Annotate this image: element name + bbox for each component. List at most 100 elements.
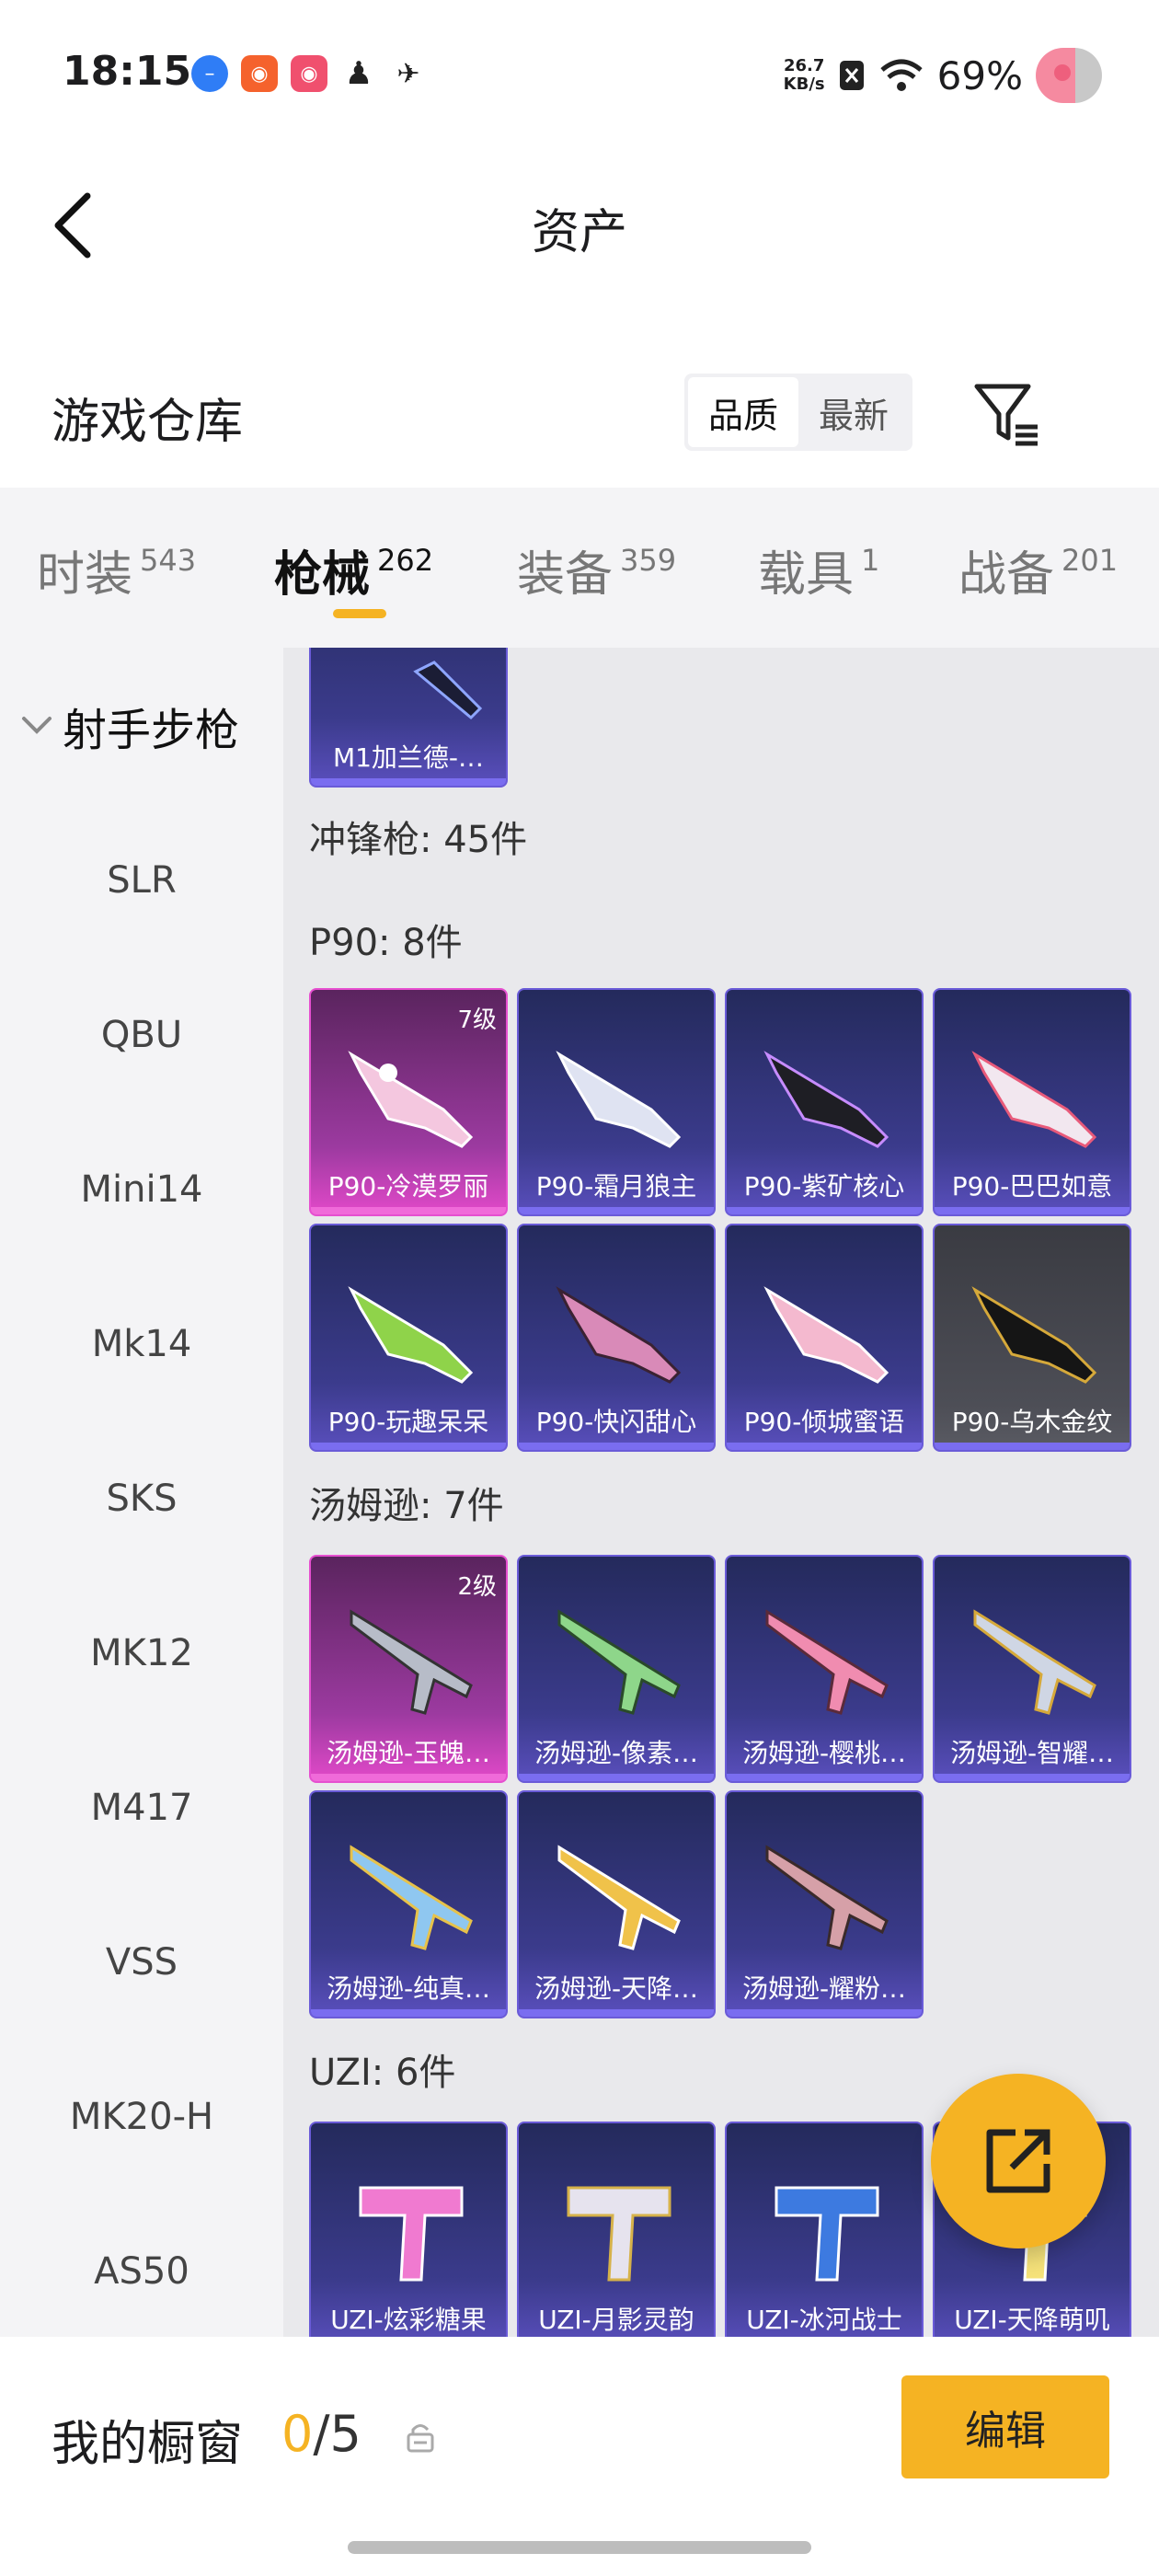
p90-icon — [971, 1051, 1097, 1148]
card-bottom-bar — [519, 1443, 714, 1450]
item-card[interactable]: P90-倾城蜜语 — [725, 1224, 924, 1452]
item-name: 汤姆逊-耀粉… — [741, 1973, 907, 2004]
item-card[interactable]: 汤姆逊-纯真… — [309, 1790, 508, 2018]
card-bottom-bar — [519, 1207, 714, 1214]
group-label: UZI: 6件 — [309, 2052, 456, 2094]
tab-equipment[interactable]: 装备 359 — [517, 535, 676, 604]
sidebar-item-mk14[interactable]: Mk14 — [0, 1323, 283, 1365]
thompson-icon — [350, 1845, 473, 1950]
card-bottom-bar — [311, 1443, 506, 1450]
card-bottom-bar — [311, 2009, 506, 2017]
share-fab-button[interactable] — [931, 2074, 1106, 2248]
p90-icon — [763, 1286, 889, 1384]
sim-icon — [839, 61, 864, 90]
item-card[interactable]: 汤姆逊-天降… — [517, 1790, 716, 2018]
sort-toggle: 品质 最新 — [684, 374, 912, 451]
sidebar-group-marksman[interactable]: 射手步枪 — [20, 694, 239, 758]
uzi-icon — [775, 2186, 879, 2282]
card-bottom-bar — [519, 1774, 714, 1781]
item-name: P90-乌木金纹 — [951, 1407, 1113, 1437]
network-speed: 26.7 KB/s — [784, 57, 825, 94]
item-name: P90-紫矿核心 — [743, 1171, 905, 1202]
item-card[interactable]: P90-紫矿核心 — [725, 988, 924, 1216]
item-card[interactable]: P90-巴巴如意 — [933, 988, 1131, 1216]
sidebar-item-vss[interactable]: VSS — [0, 1941, 283, 1984]
item-card[interactable]: P90-快闪甜心 — [517, 1224, 716, 1452]
bird-icon: ✈ — [396, 57, 420, 90]
home-indicator[interactable] — [348, 2541, 811, 2554]
sidebar-item-sks[interactable]: SKS — [0, 1478, 283, 1520]
item-card[interactable]: UZI-冰河战士 — [725, 2122, 924, 2337]
item-card[interactable]: UZI-月影灵韵 — [517, 2122, 716, 2337]
group-label: P90: 8件 — [309, 922, 463, 964]
tab-label: 枪械 — [274, 547, 371, 603]
item-card[interactable]: UZI-炫彩糖果 — [309, 2122, 508, 2337]
tab-label: 时装 — [37, 547, 133, 603]
sidebar-item-as50[interactable]: AS50 — [0, 2250, 283, 2293]
sidebar-item-mini14[interactable]: Mini14 — [0, 1168, 283, 1211]
sidebar-item-qbu[interactable]: QBU — [0, 1014, 283, 1056]
card-bottom-bar — [935, 1207, 1130, 1214]
item-card[interactable]: 7级 P90-冷漠罗丽 — [309, 988, 508, 1216]
tab-count: 543 — [140, 543, 197, 578]
item-name: UZI-天降萌叽 — [954, 2305, 1110, 2335]
tab-supplies[interactable]: 战备 201 — [958, 535, 1118, 604]
card-bottom-bar — [935, 1443, 1130, 1450]
tab-count: 262 — [377, 543, 434, 578]
item-card[interactable]: M1加兰德-… — [309, 648, 508, 788]
item-name: P90-玩趣呆呆 — [327, 1407, 489, 1437]
item-name: UZI-冰河战士 — [746, 2305, 902, 2335]
sort-quality-button[interactable]: 品质 — [688, 377, 798, 447]
item-card[interactable]: P90-玩趣呆呆 — [309, 1224, 508, 1452]
tab-count: 201 — [1061, 543, 1119, 578]
filter-button[interactable] — [970, 377, 1043, 451]
card-bottom-bar — [519, 2009, 714, 2017]
item-name: UZI-炫彩糖果 — [330, 2305, 487, 2335]
sidebar-item-slr[interactable]: SLR — [0, 859, 283, 902]
showcase-total: /5 — [313, 2405, 361, 2463]
item-card[interactable]: P90-乌木金纹 — [933, 1224, 1131, 1452]
item-card[interactable]: 汤姆逊-像素… — [517, 1555, 716, 1783]
tab-fashion[interactable]: 时装 543 — [37, 535, 196, 604]
tab-vehicles[interactable]: 载具 1 — [758, 535, 879, 604]
lock-icon — [407, 2424, 434, 2453]
item-name: P90-倾城蜜语 — [743, 1407, 905, 1437]
group-label: 汤姆逊: 7件 — [309, 1485, 504, 1527]
item-card[interactable]: 2级 汤姆逊-玉魄… — [309, 1555, 508, 1783]
item-name: 汤姆逊-智耀… — [949, 1738, 1115, 1768]
tab-label: 战备 — [958, 547, 1055, 603]
message-app-icon: – — [191, 55, 228, 92]
weapon-type-sidebar: 射手步枪 SLR QBU Mini14 Mk14 SKS MK12 M417 V… — [0, 648, 283, 2337]
tab-firearms[interactable]: 枪械 262 — [274, 535, 433, 604]
item-card[interactable]: 汤姆逊-智耀… — [933, 1555, 1131, 1783]
item-name: M1加兰德-… — [332, 742, 485, 773]
edit-button[interactable]: 编辑 — [901, 2375, 1109, 2478]
sidebar-item-m417[interactable]: M417 — [0, 1787, 283, 1829]
warehouse-title: 游戏仓库 — [52, 395, 244, 450]
network-speed-value: 26.7 — [783, 56, 825, 75]
page-title: 资产 — [531, 205, 627, 260]
sidebar-item-mk12[interactable]: MK12 — [0, 1632, 283, 1674]
item-name: P90-快闪甜心 — [535, 1407, 697, 1437]
tab-label: 载具 — [758, 547, 855, 603]
p90-icon — [556, 1286, 682, 1384]
thompson-icon — [350, 1609, 473, 1715]
item-name: UZI-月影灵韵 — [538, 2305, 694, 2335]
chevron-down-icon — [22, 717, 52, 734]
notification-icons: – ◉ ◉ ♟ ✈ — [191, 55, 427, 92]
card-bottom-bar — [311, 1207, 506, 1214]
sort-latest-button[interactable]: 最新 — [798, 377, 909, 447]
p90-icon — [348, 1286, 474, 1384]
rifle-icon — [413, 661, 483, 720]
item-card[interactable]: 汤姆逊-樱桃… — [725, 1555, 924, 1783]
item-card[interactable]: 汤姆逊-耀粉… — [725, 1790, 924, 2018]
qq-icon: ♟ — [344, 55, 373, 92]
showcase-label: 我的橱窗 — [52, 2417, 244, 2472]
item-name: 汤姆逊-纯真… — [326, 1973, 491, 2004]
showcase-count: 0/5 — [281, 2405, 361, 2463]
item-card[interactable]: P90-霜月狼主 — [517, 988, 716, 1216]
category-label: 冲锋枪: 45件 — [309, 819, 528, 861]
card-bottom-bar — [311, 778, 506, 786]
share-icon — [986, 2129, 1050, 2193]
sidebar-item-mk20h[interactable]: MK20-H — [0, 2096, 283, 2138]
